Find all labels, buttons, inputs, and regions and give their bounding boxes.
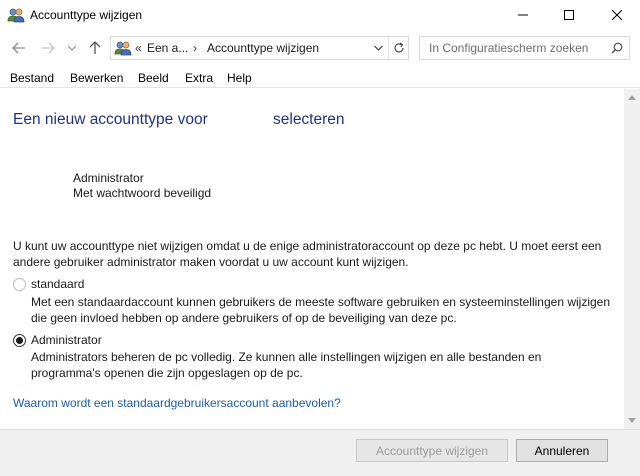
back-button[interactable] <box>9 38 29 58</box>
radio-button[interactable] <box>13 333 26 347</box>
address-dropdown-button[interactable] <box>369 37 387 59</box>
radio-option-standaard[interactable]: standaard <box>13 277 84 291</box>
menu-help[interactable]: Help <box>227 71 252 85</box>
title-bar: Accounttype wijzigen <box>0 0 640 30</box>
arrow-up-icon <box>89 41 101 54</box>
menu-bar: Bestand Bewerken Beeld Extra Help <box>0 68 640 88</box>
menu-extra[interactable]: Extra <box>185 71 213 85</box>
chevron-down-icon <box>628 418 636 423</box>
menu-bestand[interactable]: Bestand <box>10 71 54 85</box>
search-box[interactable] <box>419 36 630 60</box>
option-description: Met een standaardaccount kunnen gebruike… <box>31 295 611 325</box>
chevron-up-icon <box>628 95 636 100</box>
maximize-icon <box>564 10 574 20</box>
radio-label[interactable]: standaard <box>31 277 84 291</box>
info-message: U kunt uw accounttype niet wijzigen omda… <box>13 239 602 269</box>
chevron-down-icon <box>373 45 383 51</box>
page-title-end: selecteren <box>273 111 345 128</box>
page-title-start: Een nieuw accounttype voor <box>13 111 208 128</box>
help-link[interactable]: Waarom wordt een standaardgebruikersacco… <box>13 396 341 410</box>
arrow-right-icon <box>42 42 55 54</box>
control-panel-icon <box>114 40 132 56</box>
up-button[interactable] <box>85 38 105 58</box>
radio-option-administrator[interactable]: Administrator <box>13 333 102 347</box>
vertical-scrollbar[interactable] <box>624 89 640 429</box>
close-button[interactable] <box>594 0 640 30</box>
minimize-icon <box>518 14 528 16</box>
breadcrumb-overflow[interactable]: « <box>135 41 142 55</box>
chevron-down-icon <box>68 45 76 51</box>
account-status-label: Met wachtwoord beveiligd <box>73 186 212 200</box>
radio-button[interactable] <box>13 277 26 291</box>
breadcrumb-separator[interactable]: › <box>193 41 197 55</box>
navigation-bar: « Een a... › Accounttype wijzigen <box>0 33 640 63</box>
recent-locations-button[interactable] <box>62 38 82 58</box>
minimize-button[interactable] <box>500 0 546 30</box>
refresh-icon <box>394 42 404 53</box>
window-title: Accounttype wijzigen <box>30 8 143 22</box>
refresh-button[interactable] <box>388 37 408 59</box>
dialog-footer: Accounttype wijzigen Annuleren <box>0 429 640 476</box>
option-description: Administrators beheren de pc volledig. Z… <box>31 350 542 380</box>
change-account-type-button[interactable]: Accounttype wijzigen <box>356 439 508 462</box>
maximize-button[interactable] <box>546 0 592 30</box>
forward-button[interactable] <box>38 38 58 58</box>
search-icon[interactable] <box>611 42 623 57</box>
menu-beeld[interactable]: Beeld <box>138 71 169 85</box>
user-accounts-icon <box>7 7 25 23</box>
radio-label[interactable]: Administrator <box>31 333 102 347</box>
menu-bewerken[interactable]: Bewerken <box>70 71 123 85</box>
cancel-button[interactable]: Annuleren <box>516 439 608 462</box>
address-bar[interactable]: « Een a... › Accounttype wijzigen <box>110 36 409 60</box>
main-content: Een nieuw accounttype voor selecteren Ad… <box>0 89 624 429</box>
breadcrumb-item[interactable]: Een a... <box>147 41 188 55</box>
close-icon <box>612 10 622 20</box>
search-input[interactable] <box>429 41 609 55</box>
account-type-label: Administrator <box>73 171 144 185</box>
arrow-left-icon <box>12 42 25 54</box>
breadcrumb-item[interactable]: Accounttype wijzigen <box>207 41 319 55</box>
